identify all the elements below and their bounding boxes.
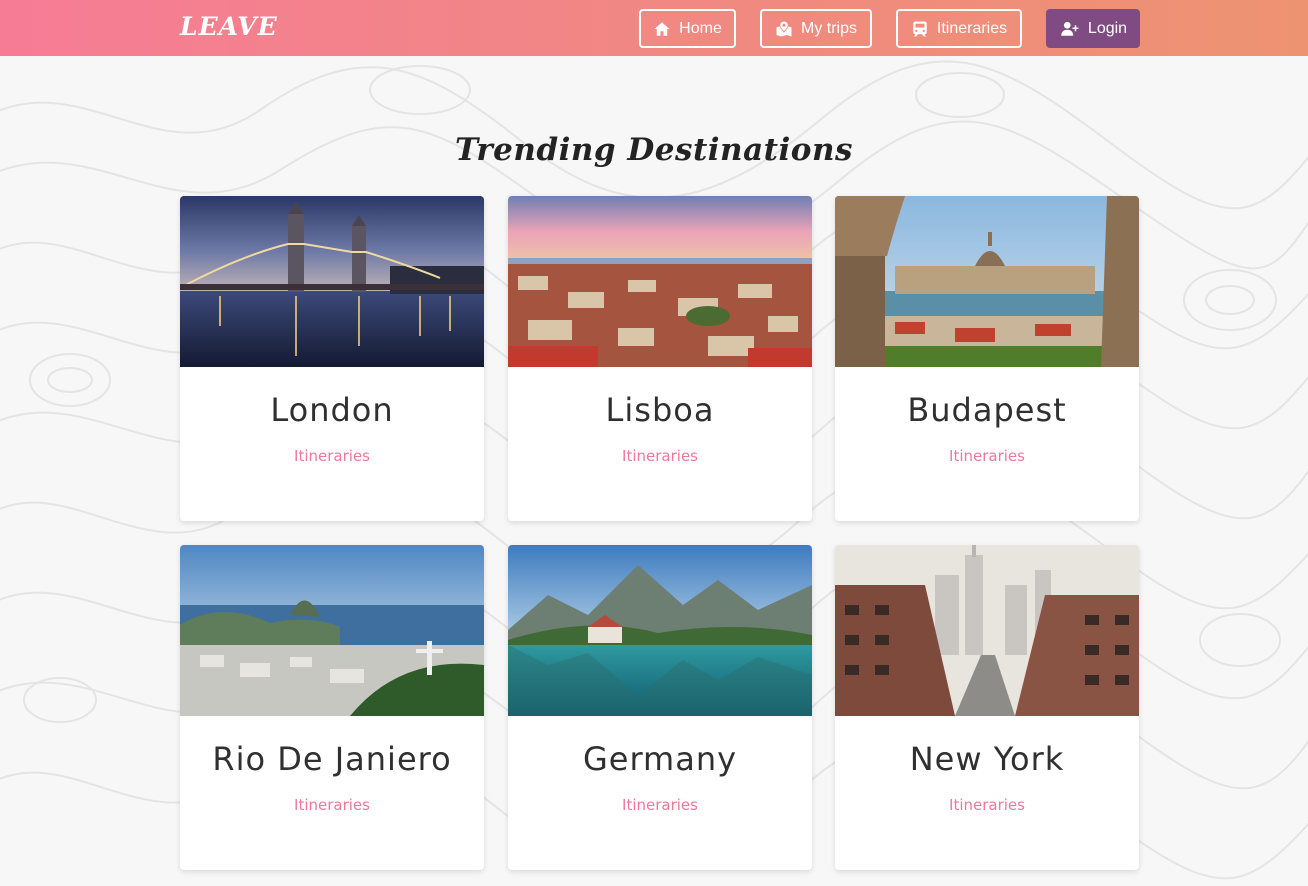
card-itineraries-link[interactable]: Itineraries xyxy=(180,796,484,814)
brand-logo[interactable]: LEAVE xyxy=(180,12,278,41)
new-york-image xyxy=(835,545,1139,716)
my-trips-label: My trips xyxy=(801,19,857,37)
home-button[interactable]: Home xyxy=(639,9,736,48)
budapest-image xyxy=(835,196,1139,367)
top-navbar: LEAVE Home My trips Itineraries Login xyxy=(0,0,1308,56)
my-trips-button[interactable]: My trips xyxy=(760,9,872,48)
card-title: Germany xyxy=(582,740,738,778)
card-title: Lisboa xyxy=(605,391,715,429)
destination-card-germany[interactable]: Germany Itineraries xyxy=(508,545,812,870)
page-title: Trending Destinations xyxy=(455,132,853,168)
lisboa-image xyxy=(508,196,812,367)
home-label: Home xyxy=(679,19,722,37)
card-title: Rio De Janiero xyxy=(212,740,452,778)
card-title: Budapest xyxy=(907,391,1067,429)
destination-card-london[interactable]: London Itineraries xyxy=(180,196,484,521)
itineraries-label: Itineraries xyxy=(936,19,1008,37)
login-label: Login xyxy=(1087,19,1128,37)
map-marked-icon xyxy=(776,21,792,36)
destination-card-budapest[interactable]: Budapest Itineraries xyxy=(835,196,1139,521)
card-itineraries-link[interactable]: Itineraries xyxy=(835,796,1139,814)
train-icon xyxy=(913,21,927,36)
card-itineraries-link[interactable]: Itineraries xyxy=(180,447,484,465)
destination-card-lisboa[interactable]: Lisboa Itineraries xyxy=(508,196,812,521)
card-itineraries-link[interactable]: Itineraries xyxy=(835,447,1139,465)
user-plus-icon xyxy=(1061,21,1079,36)
rio-image xyxy=(180,545,484,716)
itineraries-button[interactable]: Itineraries xyxy=(896,9,1022,48)
home-icon xyxy=(654,21,670,36)
login-button[interactable]: Login xyxy=(1046,9,1140,48)
destination-card-new-york[interactable]: New York Itineraries xyxy=(835,545,1139,870)
card-title: New York xyxy=(909,740,1065,778)
card-itineraries-link[interactable]: Itineraries xyxy=(508,796,812,814)
germany-image xyxy=(508,545,812,716)
london-image xyxy=(180,196,484,367)
destination-card-rio-de-janiero[interactable]: Rio De Janiero Itineraries xyxy=(180,545,484,870)
card-itineraries-link[interactable]: Itineraries xyxy=(508,447,812,465)
card-title: London xyxy=(270,391,394,429)
